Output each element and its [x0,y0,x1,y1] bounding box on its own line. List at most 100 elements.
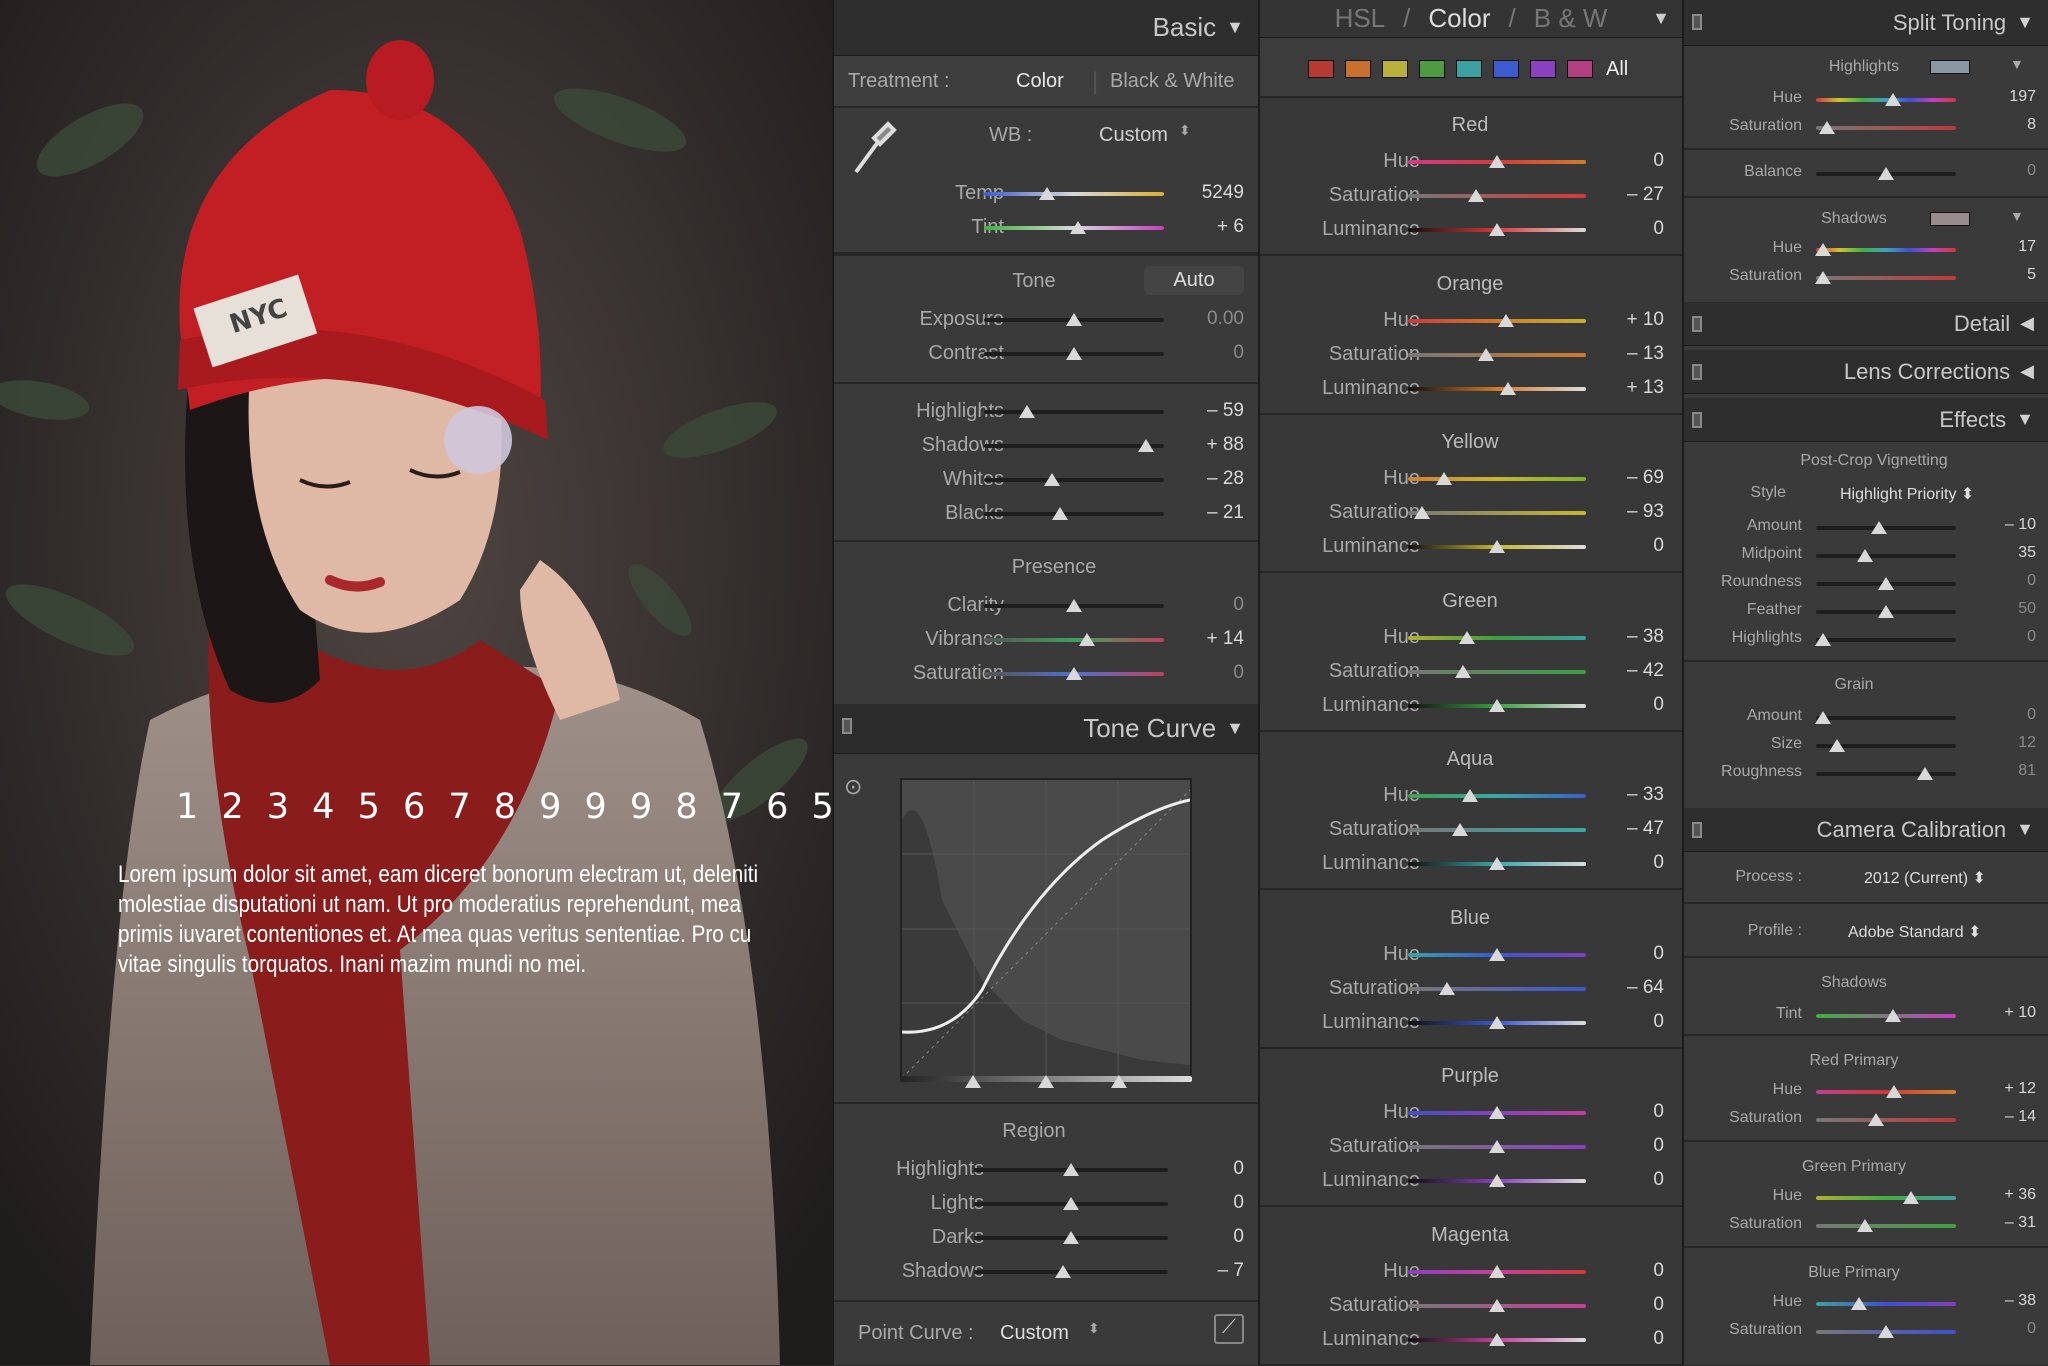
magenta-saturation-thumb[interactable] [1489,1298,1505,1312]
edit-curve-icon[interactable]: ⟋ [1214,1314,1244,1344]
orange-luminance-thumb[interactable] [1499,381,1516,395]
green-hue-track[interactable] [1408,635,1586,640]
region-shadows-thumb[interactable] [1055,1265,1072,1278]
orange-luminance-track[interactable] [1408,386,1586,391]
tone-blacks-thumb[interactable] [1051,507,1068,520]
yellow-hue-thumb[interactable] [1435,472,1452,485]
vignette-amount-thumb[interactable] [1871,521,1887,534]
purple-hue-thumb[interactable] [1489,1106,1505,1119]
blue-sat-thumb[interactable] [1878,1325,1894,1338]
collapse-icon[interactable]: ▼ [2016,409,2034,430]
presence-vibrance-track[interactable] [984,638,1164,642]
vignette-midpoint-track[interactable] [1816,554,1956,558]
split-sh-sat-thumb[interactable] [1815,271,1831,284]
tab-hsl[interactable]: HSL [1335,3,1386,34]
collapse-icon[interactable]: ▼ [1226,17,1244,38]
aqua-luminance-thumb[interactable] [1489,857,1505,870]
tab-bw[interactable]: B & W [1534,3,1608,34]
collapse-icon[interactable]: ▼ [1226,718,1244,739]
blue-luminance-thumb[interactable] [1489,1015,1505,1029]
blue-hue-thumb[interactable] [1851,1297,1868,1310]
collapse-icon[interactable]: ▼ [2010,208,2024,224]
red-luminance-thumb[interactable] [1489,223,1505,236]
split-toning-header[interactable]: Split Toning ▼ [1684,0,2048,46]
grain-size-thumb[interactable] [1829,739,1845,752]
purple-saturation-thumb[interactable] [1489,1140,1505,1153]
magenta-luminance-thumb[interactable] [1489,1332,1505,1346]
detail-header[interactable]: Detail ◀ [1684,302,2048,346]
temp-slider-thumb[interactable] [1039,187,1055,200]
collapse-icon[interactable]: ▼ [1652,8,1670,29]
yellow-saturation-thumb[interactable] [1414,506,1431,519]
split-sh-hue-track[interactable] [1816,248,1956,252]
tone-shadows-thumb[interactable] [1138,439,1154,452]
eyedropper-icon[interactable] [848,120,898,180]
wb-select[interactable]: Custom [1099,124,1168,147]
split-sh-sat-track[interactable] [1816,276,1956,280]
split-balance-thumb[interactable] [1878,167,1894,180]
lens-corrections-header[interactable]: Lens Corrections ◀ [1684,350,2048,394]
blue-saturation-track[interactable] [1408,986,1586,991]
basic-panel-header[interactable]: Basic ▼ [834,0,1258,56]
green-luminance-thumb[interactable] [1489,698,1505,712]
red-saturation-thumb[interactable] [1467,189,1484,202]
treatment-bw-option[interactable]: Black & White [1110,70,1234,93]
style-select[interactable]: Highlight Priority ⬍ [1840,484,1974,504]
color-swatch[interactable] [1382,60,1408,78]
yellow-luminance-thumb[interactable] [1489,540,1505,553]
aqua-saturation-track[interactable] [1408,828,1586,832]
point-curve-select[interactable]: Custom [1000,1322,1069,1345]
highlight-color-swatch[interactable] [1930,60,1970,74]
color-swatch[interactable] [1493,60,1519,78]
color-swatch[interactable] [1530,60,1556,78]
collapse-icon[interactable]: ▼ [2016,819,2034,840]
vignette-roundness-thumb[interactable] [1878,577,1894,590]
tone-blacks-track[interactable] [984,512,1164,516]
green-hue-thumb[interactable] [1458,630,1475,644]
curve-split-handle[interactable] [1111,1075,1127,1088]
yellow-saturation-track[interactable] [1408,511,1586,515]
grain-roughness-thumb[interactable] [1917,767,1934,780]
all-swatch-button[interactable]: All [1606,58,1628,81]
tone-highlights-track[interactable] [984,410,1164,414]
vignette-highlights-track[interactable] [1816,638,1956,642]
shadow-color-swatch[interactable] [1930,212,1970,226]
collapse-icon[interactable]: ▼ [2016,12,2034,33]
target-adjust-icon[interactable]: ⊙ [844,774,862,800]
red-hue-thumb[interactable] [1489,155,1505,168]
panel-toggle-icon[interactable] [1692,822,1702,838]
orange-saturation-thumb[interactable] [1478,347,1495,361]
color-swatch[interactable] [1308,60,1334,78]
tone-curve-svg[interactable] [901,780,1191,1079]
region-darks-thumb[interactable] [1063,1231,1079,1244]
green-hue-thumb[interactable] [1903,1191,1920,1204]
tone-highlights-thumb[interactable] [1019,405,1036,418]
blue-hue-thumb[interactable] [1489,947,1505,961]
tone-whites-thumb[interactable] [1044,473,1061,486]
curve-split-handle[interactable] [1038,1075,1054,1088]
tone-curve-header[interactable]: Tone Curve ▼ [834,704,1258,754]
expand-icon[interactable]: ◀ [2020,313,2034,334]
region-highlights-thumb[interactable] [1063,1163,1079,1176]
vignette-midpoint-thumb[interactable] [1857,549,1873,562]
grain-amount-thumb[interactable] [1815,711,1831,724]
color-swatch[interactable] [1567,60,1593,78]
purple-luminance-thumb[interactable] [1489,1174,1505,1187]
red-hue-thumb[interactable] [1886,1085,1903,1098]
red-sat-thumb[interactable] [1868,1113,1885,1126]
orange-saturation-track[interactable] [1408,352,1586,357]
treatment-color-option[interactable]: Color [1016,70,1064,93]
red-sat-track[interactable] [1816,1118,1956,1122]
expand-icon[interactable]: ◀ [2020,361,2034,382]
calib-tint-thumb[interactable] [1885,1009,1901,1022]
panel-toggle-icon[interactable] [1692,364,1702,380]
green-sat-track[interactable] [1816,1224,1956,1228]
tone-exposure-thumb[interactable] [1066,313,1082,326]
profile-select[interactable]: Adobe Standard ⬍ [1848,922,1982,942]
grain-roughness-track[interactable] [1816,772,1956,776]
tone-contrast-thumb[interactable] [1066,347,1082,360]
split-hl-sat-thumb[interactable] [1819,121,1836,134]
presence-clarity-thumb[interactable] [1066,599,1082,612]
panel-toggle-icon[interactable] [1692,412,1702,428]
panel-toggle-icon[interactable] [842,718,852,734]
